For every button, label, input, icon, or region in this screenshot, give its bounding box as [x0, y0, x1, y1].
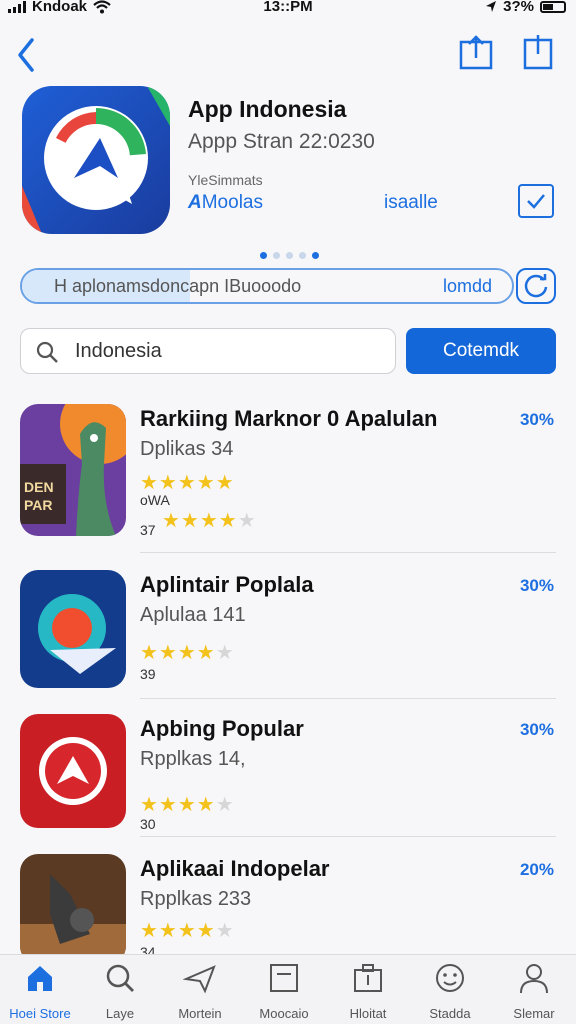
person-icon [520, 964, 548, 994]
checkmark-icon [527, 194, 545, 209]
featured-app-link-left[interactable]: AMoolas [188, 192, 263, 214]
search-button[interactable]: Cotemdk [406, 328, 556, 374]
tab-document[interactable]: Moocaio [244, 961, 324, 1021]
app-title: Aplikaai Indopelar [140, 856, 330, 881]
carousel-dot[interactable] [299, 252, 306, 259]
tab-stadda[interactable]: Stadda [410, 961, 490, 1021]
briefcase-icon [354, 964, 382, 992]
document-icon [270, 964, 298, 992]
app-subtitle: Aplulaa 141 [140, 604, 246, 626]
tab-store[interactable]: Hoei Store [0, 961, 80, 1021]
app-icon [20, 854, 126, 964]
tab-profile[interactable]: Slemar [494, 961, 574, 1021]
featured-app-subtitle: Appp Stran 22:0230 [188, 130, 375, 153]
rating-count: 30 [140, 816, 156, 832]
search-input[interactable]: Indonesia [75, 340, 162, 363]
a-logo-icon: A [188, 192, 202, 213]
app-title: Rarkiing Marknor 0 Apalulan [140, 406, 438, 431]
upload-button[interactable] [520, 32, 556, 72]
battery-icon [540, 0, 566, 13]
tab-briefcase[interactable]: Hloitat [328, 961, 408, 1021]
status-bar: Kndoak 13::PM 3?% [0, 0, 576, 18]
carousel-indicator[interactable] [260, 252, 319, 259]
back-button[interactable] [12, 34, 42, 74]
share-button[interactable] [458, 32, 494, 72]
star-rating: ★★★★★ [140, 794, 235, 816]
star-rating: ★★★★★ [140, 642, 235, 664]
search-suggestion[interactable]: H aplonamsdoncapn IBuooodo lomdd [20, 268, 514, 304]
navigation-bar [0, 30, 576, 76]
star-rating: ★★★★★ [140, 920, 235, 942]
carousel-dot[interactable] [273, 252, 280, 259]
svg-text:PAR: PAR [24, 497, 53, 513]
refresh-icon [524, 274, 548, 298]
tab-plane[interactable]: Mortein [160, 961, 240, 1021]
search-icon [106, 964, 134, 992]
carousel-dot[interactable] [260, 252, 267, 259]
svg-text:DEN: DEN [24, 479, 54, 495]
share-icon [459, 35, 493, 70]
app-icon [20, 714, 126, 828]
app-subtitle: Rpplkas 14, [140, 748, 246, 770]
home-icon [28, 966, 52, 991]
carousel-dot[interactable] [286, 252, 293, 259]
app-percent: 30% [519, 576, 554, 595]
search-field[interactable]: Indonesia [20, 328, 396, 374]
rating-count: 39 [140, 666, 156, 682]
location-icon [486, 1, 497, 12]
list-item[interactable]: Apbing Popular Rpplkas 14, 30% ★★★★★ 30 [0, 714, 576, 854]
app-percent: 30% [519, 410, 554, 429]
tab-search[interactable]: Laye [80, 961, 160, 1021]
app-subtitle: Rpplkas 233 [140, 888, 252, 910]
list-item[interactable]: DEN PAR Rarkiing Marknor 0 Apalulan Dpli… [0, 404, 576, 553]
featured-app-link-right[interactable]: isaalle [384, 192, 438, 214]
refresh-button[interactable] [516, 268, 556, 304]
featured-app-icon[interactable] [22, 86, 170, 234]
upload-icon [523, 35, 553, 70]
tab-bar: Hoei Store Laye Mortein Moocaio Hloitat … [0, 954, 576, 1024]
app-icon: DEN PAR [20, 404, 126, 536]
app-percent: 20% [519, 860, 554, 879]
search-icon [36, 341, 58, 363]
chevron-left-icon [18, 38, 34, 72]
battery-percent: 3?% [503, 0, 534, 15]
featured-app-developer: YleSimmats [188, 172, 263, 188]
featured-app-title: App Indonesia [188, 96, 347, 122]
rating-count: 37 [140, 522, 156, 538]
clock: 13::PM [263, 0, 313, 15]
suggestion-action: lomdd [442, 276, 492, 296]
app-title: Apbing Popular [140, 716, 304, 741]
install-check-button[interactable] [518, 184, 554, 218]
app-subtitle: Dplikas 34 [140, 438, 234, 460]
app-title: Aplintair Poplala [140, 572, 314, 597]
star-rating: ★★★★★ [162, 510, 257, 532]
suggestion-text: H aplonamsdoncapn IBuooodo [54, 276, 302, 296]
app-icon [20, 570, 126, 688]
carousel-dot[interactable] [312, 252, 319, 259]
app-percent: 30% [519, 720, 554, 739]
list-item[interactable]: Aplintair Poplala Aplulaa 141 30% ★★★★★ … [0, 570, 576, 710]
smile-icon [436, 964, 464, 992]
plane-icon [182, 965, 216, 994]
rating-count: oWA [140, 492, 170, 508]
